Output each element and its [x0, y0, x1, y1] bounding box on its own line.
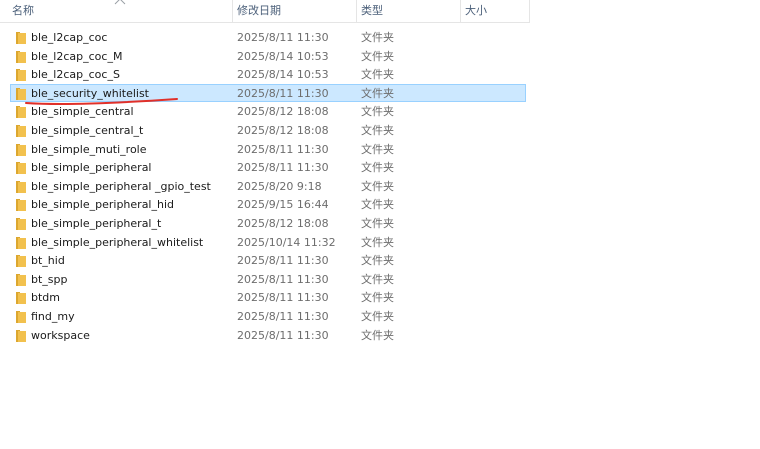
modified-date: 2025/8/11 11:30 — [237, 291, 329, 305]
folder-icon — [16, 255, 26, 268]
modified-date: 2025/8/20 9:18 — [237, 179, 322, 193]
folder-icon — [16, 180, 26, 193]
file-name[interactable]: ble_simple_muti_role — [31, 141, 147, 158]
folder-icon — [16, 236, 26, 249]
file-row-ble-simple-peripheral-whitelist[interactable]: ble_simple_peripheral_whitelist 2025/10/1… — [10, 233, 526, 252]
file-type: 文件夹 — [361, 291, 394, 305]
file-row-bt-spp[interactable]: bt_spp 2025/8/11 11:30 文件夹 — [10, 270, 526, 289]
file-row-ble-simple-peripheral[interactable]: ble_simple_peripheral 2025/8/11 11:30 文件夹 — [10, 158, 526, 177]
folder-icon — [16, 162, 26, 175]
file-row-find-my[interactable]: find_my 2025/8/11 11:30 文件夹 — [10, 307, 526, 326]
folder-icon — [16, 310, 26, 323]
modified-date: 2025/8/11 11:30 — [237, 328, 329, 342]
modified-date: 2025/8/11 11:30 — [237, 272, 329, 286]
modified-date: 2025/8/11 11:30 — [237, 142, 329, 156]
folder-icon — [16, 329, 26, 342]
file-name[interactable]: ble_simple_central_t — [31, 122, 143, 139]
modified-date: 2025/8/12 18:08 — [237, 105, 329, 119]
file-type: 文件夹 — [361, 31, 394, 44]
file-row-ble-simple-muti-role[interactable]: ble_simple_muti_role 2025/8/11 11:30 文件夹 — [10, 140, 526, 159]
file-name[interactable]: ble_simple_peripheral_t — [31, 215, 161, 232]
folder-icon — [16, 292, 26, 305]
folder-icon — [16, 199, 26, 212]
modified-date: 2025/8/11 11:30 — [237, 309, 329, 323]
file-type: 文件夹 — [361, 216, 394, 230]
file-type: 文件夹 — [361, 161, 394, 175]
modified-date: 2025/8/12 18:08 — [237, 123, 329, 137]
file-row-btdm[interactable]: btdm 2025/8/11 11:30 文件夹 — [10, 288, 526, 307]
folder-icon — [16, 143, 26, 156]
file-name[interactable]: ble_simple_peripheral_hid — [31, 196, 174, 213]
sort-up-arrow-icon — [114, 0, 126, 5]
file-type: 文件夹 — [361, 105, 394, 119]
folder-icon — [16, 32, 26, 44]
file-row-bt-hid[interactable]: bt_hid 2025/8/11 11:30 文件夹 — [10, 251, 526, 270]
file-type: 文件夹 — [361, 235, 394, 249]
modified-date: 2025/9/15 16:44 — [237, 198, 329, 212]
column-header-date[interactable]: 修改日期 — [233, 0, 355, 22]
file-type: 文件夹 — [361, 272, 394, 286]
file-name[interactable]: ble_l2cap_coc — [31, 29, 107, 46]
folder-icon — [16, 106, 26, 119]
file-type: 文件夹 — [361, 86, 394, 100]
file-row-ble-l2cap-coc-S[interactable]: ble_l2cap_coc_S 2025/8/14 10:53 文件夹 — [10, 65, 526, 84]
file-name[interactable]: btdm — [31, 289, 60, 306]
modified-date: 2025/8/11 11:30 — [237, 86, 329, 100]
modified-date: 2025/8/11 11:30 — [237, 161, 329, 175]
file-name[interactable]: workspace — [31, 327, 90, 344]
file-name[interactable]: ble_l2cap_coc_M — [31, 48, 122, 65]
modified-date: 2025/8/12 18:08 — [237, 216, 329, 230]
folder-icon — [16, 217, 26, 230]
file-type: 文件夹 — [361, 123, 394, 137]
folder-icon — [16, 50, 26, 63]
file-row-ble-simple-peripheral-t[interactable]: ble_simple_peripheral_t 2025/8/12 18:08 文件… — [10, 214, 526, 233]
modified-date: 2025/8/14 10:53 — [237, 49, 329, 63]
column-header-size[interactable]: 大小 — [461, 0, 529, 22]
file-type: 文件夹 — [361, 198, 394, 212]
file-row-ble-simple-peripheral-gpio-test[interactable]: ble_simple_peripheral _gpio_test 2025/8/2… — [10, 177, 526, 196]
file-type: 文件夹 — [361, 179, 394, 193]
modified-date: 2025/8/14 10:53 — [237, 68, 329, 82]
file-row-ble-l2cap-coc-M[interactable]: ble_l2cap_coc_M 2025/8/14 10:53 文件夹 — [10, 47, 526, 66]
column-header-type[interactable]: 类型 — [357, 0, 459, 22]
modified-date: 2025/8/11 11:30 — [237, 254, 329, 268]
file-name[interactable]: ble_simple_peripheral_whitelist — [31, 234, 203, 251]
file-name[interactable]: find_my — [31, 308, 75, 325]
file-type: 文件夹 — [361, 68, 394, 82]
modified-date: 2025/8/11 11:30 — [237, 31, 329, 44]
file-type: 文件夹 — [361, 309, 394, 323]
modified-date: 2025/10/14 11:32 — [237, 235, 336, 249]
file-type: 文件夹 — [361, 142, 394, 156]
file-type: 文件夹 — [361, 254, 394, 268]
file-type: 文件夹 — [361, 49, 394, 63]
folder-icon — [16, 124, 26, 137]
file-row-ble-simple-central-t[interactable]: ble_simple_central_t 2025/8/12 18:08 文件夹 — [10, 121, 526, 140]
file-name[interactable]: ble_l2cap_coc_S — [31, 66, 120, 83]
file-type: 文件夹 — [361, 328, 394, 342]
file-row-ble-simple-peripheral-hid[interactable]: ble_simple_peripheral_hid 2025/9/15 16:44… — [10, 195, 526, 214]
folder-icon — [16, 69, 26, 82]
red-underline-annotation — [25, 98, 178, 105]
file-name[interactable]: bt_spp — [31, 271, 68, 288]
file-row-workspace[interactable]: workspace 2025/8/11 11:30 文件夹 — [10, 326, 526, 345]
file-name[interactable]: bt_hid — [31, 252, 65, 269]
file-name[interactable]: ble_simple_peripheral — [31, 159, 151, 176]
column-header-bar: 名称 修改日期 类型 大小 — [0, 0, 530, 23]
file-list: ble_l2cap_coc 2025/8/11 11:30 文件夹 ble_l2cap… — [10, 28, 526, 344]
file-name[interactable]: ble_simple_peripheral _gpio_test — [31, 178, 211, 195]
folder-icon — [16, 273, 26, 286]
column-divider[interactable] — [529, 0, 530, 22]
file-row-ble-l2cap-coc[interactable]: ble_l2cap_coc 2025/8/11 11:30 文件夹 — [10, 28, 526, 47]
